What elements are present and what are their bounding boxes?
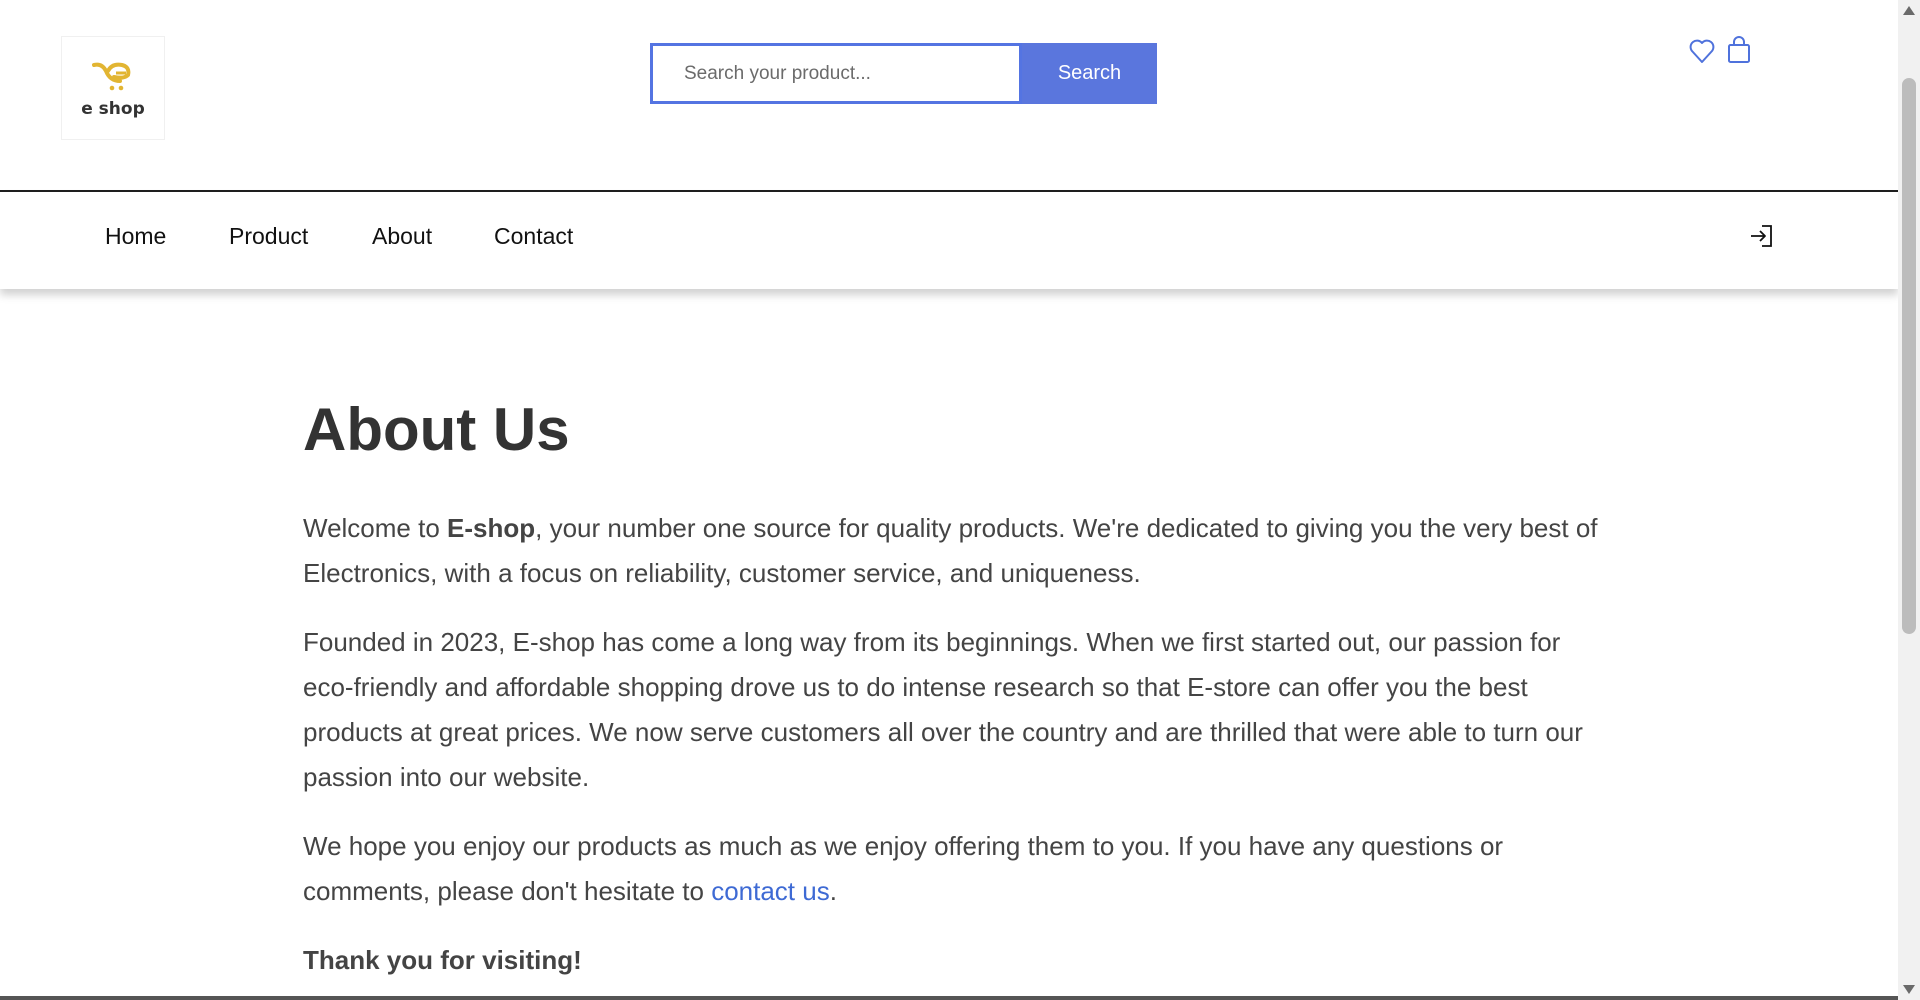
shopping-bag-icon[interactable] — [1724, 35, 1754, 65]
thanks-message: Thank you for visiting! — [303, 945, 582, 975]
bottom-border — [0, 996, 1898, 1000]
search-button[interactable]: Search — [1022, 43, 1157, 104]
site-header: e shop Search — [0, 0, 1898, 191]
search-bar: Search — [650, 43, 1157, 104]
about-section: About Us Welcome to E-shop, your number … — [303, 390, 1603, 983]
nav-item-home[interactable]: Home — [105, 223, 166, 250]
search-input[interactable] — [650, 43, 1022, 104]
nav-item-product[interactable]: Product — [229, 223, 308, 250]
about-intro-paragraph: Welcome to E-shop, your number one sourc… — [303, 506, 1603, 596]
nav-item-contact[interactable]: Contact — [494, 223, 573, 250]
sign-in-icon[interactable] — [1748, 222, 1776, 250]
about-history-paragraph: Founded in 2023, E-shop has come a long … — [303, 627, 1583, 792]
brand-name: E-shop — [447, 513, 536, 543]
nav-item-about[interactable]: About — [372, 223, 432, 250]
main-nav: Home Product About Contact — [0, 192, 1898, 289]
contact-us-link[interactable]: contact us — [711, 876, 830, 906]
scroll-down-arrow-icon[interactable] — [1903, 985, 1915, 994]
about-contact-paragraph: We hope you enjoy our products as much a… — [303, 824, 1603, 914]
vertical-scrollbar[interactable] — [1898, 0, 1920, 1000]
contact-text-start: We hope you enjoy our products as much a… — [303, 831, 1504, 906]
logo-text: e shop — [81, 99, 145, 119]
scroll-up-arrow-icon[interactable] — [1903, 6, 1915, 15]
site-logo[interactable]: e shop — [61, 36, 165, 140]
scrollbar-thumb[interactable] — [1902, 78, 1916, 634]
intro-text-start: Welcome to — [303, 513, 448, 543]
page-title: About Us — [303, 396, 570, 463]
contact-text-end: . — [829, 876, 837, 906]
heart-icon[interactable] — [1687, 36, 1717, 66]
logo-mark-icon — [92, 62, 131, 91]
